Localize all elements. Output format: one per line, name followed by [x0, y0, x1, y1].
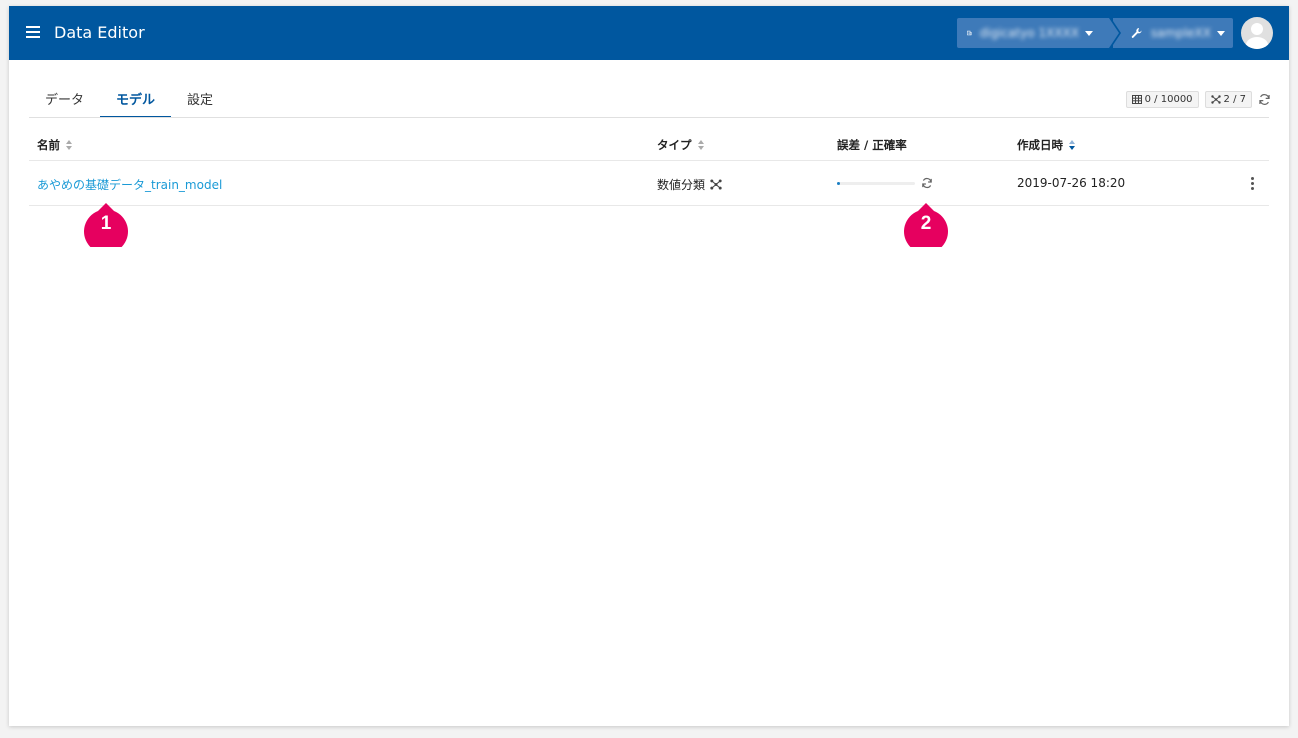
chevron-down-icon [1085, 30, 1093, 36]
sort-icon [66, 140, 72, 150]
app-window: Data Editor digicatyo 1XXXX sampleXX データ… [9, 6, 1289, 726]
column-label: 作成日時 [1017, 138, 1063, 152]
model-type: 数値分類 [657, 176, 722, 193]
column-header-accuracy: 誤差 / 正確率 [837, 137, 907, 153]
column-label: 誤差 / 正確率 [837, 138, 907, 152]
org-selector[interactable]: digicatyo 1XXXX [957, 18, 1121, 48]
accuracy-progress-bar [837, 182, 915, 185]
tab-settings[interactable]: 設定 [171, 80, 229, 118]
record-count-badge: 0 / 10000 [1125, 91, 1199, 108]
sort-icon [697, 140, 704, 150]
tab-data[interactable]: データ [29, 80, 100, 118]
hamburger-menu-icon[interactable] [26, 26, 40, 38]
model-name-link[interactable]: あやめの基礎データ_train_model [37, 176, 222, 193]
project-selector[interactable]: sampleXX [1113, 18, 1233, 48]
app-bar: Data Editor digicatyo 1XXXX sampleXX [9, 6, 1289, 60]
more-options-icon[interactable] [1251, 177, 1255, 192]
org-name: digicatyo 1XXXX [979, 26, 1079, 40]
callout-marker-1: 1 [82, 199, 130, 247]
model-count-badge: 2 / 7 [1204, 91, 1252, 108]
column-label: 名前 [37, 138, 60, 152]
sort-desc-icon [1069, 140, 1075, 150]
context-breadcrumb: digicatyo 1XXXX sampleXX [957, 18, 1233, 48]
callout-number: 1 [100, 213, 112, 234]
column-label: タイプ [657, 138, 692, 152]
column-header-name[interactable]: 名前 [37, 137, 72, 153]
table-header: 名前 タイプ 誤差 / 正確率 作成日時 [29, 118, 1269, 161]
refresh-icon[interactable] [1258, 93, 1271, 106]
wrench-icon [1131, 28, 1142, 38]
record-count: 0 / 10000 [1144, 94, 1193, 105]
network-icon [710, 179, 722, 190]
callout-number: 2 [920, 213, 932, 234]
app-title: Data Editor [54, 23, 145, 42]
tab-bar: データ モデル 設定 [29, 80, 229, 118]
tab-model[interactable]: モデル [100, 80, 172, 118]
chevron-down-icon [1217, 30, 1225, 36]
building-icon [967, 30, 972, 36]
project-name: sampleXX [1150, 26, 1211, 40]
network-icon [1210, 95, 1221, 104]
column-header-type[interactable]: タイプ [657, 137, 704, 153]
user-avatar[interactable] [1241, 17, 1273, 49]
progress-fill [837, 182, 841, 185]
created-date: 2019-07-26 18:20 [1017, 176, 1126, 190]
model-count: 2 / 7 [1223, 94, 1246, 105]
model-type-label: 数値分類 [657, 178, 706, 192]
callout-marker-2: 2 [902, 199, 950, 247]
table-icon [1131, 95, 1142, 104]
accuracy-refresh-icon[interactable] [921, 177, 933, 189]
usage-stats: 0 / 10000 2 / 7 [1125, 91, 1271, 108]
column-header-created[interactable]: 作成日時 [1017, 137, 1075, 153]
table-row[interactable]: あやめの基礎データ_train_model 数値分類 2019-07-26 18… [29, 161, 1269, 206]
